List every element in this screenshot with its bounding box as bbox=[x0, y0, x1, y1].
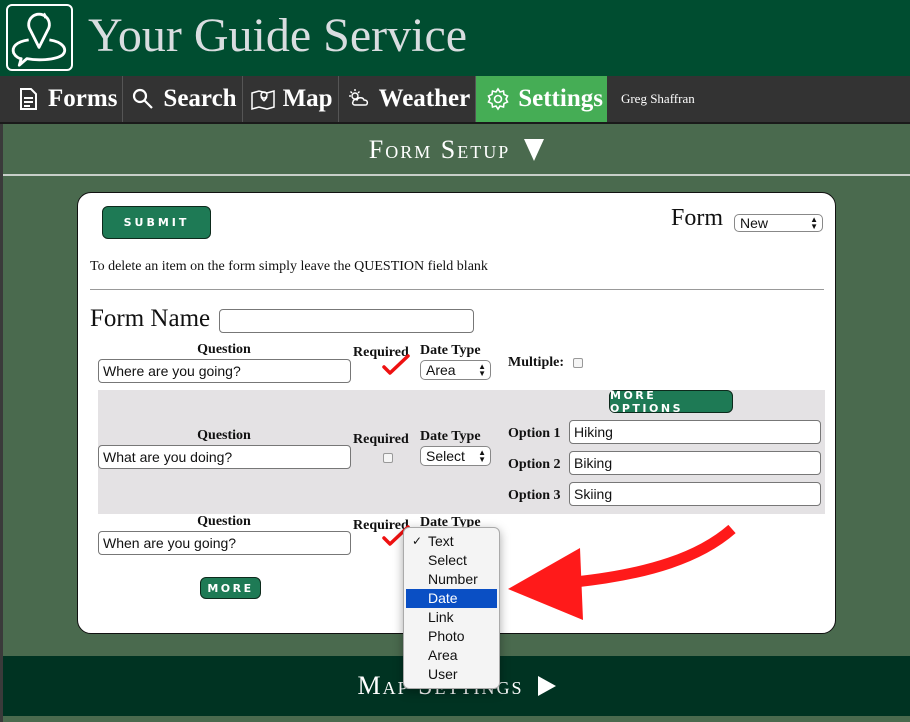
map-icon bbox=[250, 87, 275, 111]
option-label: Link bbox=[428, 609, 454, 625]
option-input-3[interactable]: Skiing bbox=[569, 482, 821, 506]
required-checkbox-2[interactable] bbox=[383, 453, 393, 463]
select-value: Select bbox=[426, 448, 465, 464]
question-input-2[interactable]: What are you doing? bbox=[98, 445, 351, 469]
dropdown-option-photo[interactable]: Photo bbox=[406, 627, 497, 646]
nav-item-weather[interactable]: Weather bbox=[339, 76, 477, 122]
form-name-label: Form Name bbox=[90, 305, 211, 332]
option-label: Area bbox=[428, 647, 458, 663]
dropdown-option-link[interactable]: Link bbox=[406, 608, 497, 627]
triangle-right-icon bbox=[537, 676, 556, 696]
select-arrows-icon: ▲ ▼ bbox=[810, 215, 818, 231]
submit-button[interactable]: SUBMIT bbox=[102, 206, 211, 239]
question-label: Question bbox=[197, 428, 251, 443]
option-input-1[interactable]: Hiking bbox=[569, 420, 821, 444]
date-type-label: Date Type bbox=[420, 429, 481, 444]
date-type-label: Date Type bbox=[420, 343, 481, 358]
document-icon bbox=[16, 87, 40, 111]
more-options-button[interactable]: MORE OPTIONS bbox=[609, 389, 733, 415]
form-select-label: Form bbox=[671, 205, 724, 231]
delete-instructions: To delete an item on the form simply lea… bbox=[90, 259, 488, 274]
select-arrows-icon: ▲ ▼ bbox=[478, 362, 486, 378]
nav-label: Settings bbox=[518, 85, 603, 112]
question-input-1[interactable]: Where are you going? bbox=[98, 359, 351, 383]
divider bbox=[90, 289, 824, 290]
main-nav: Forms Search Map Weather Settings Greg S… bbox=[0, 76, 910, 124]
date-type-select-2[interactable]: Select ▲ ▼ bbox=[420, 446, 491, 466]
option-label-1: Option 1 bbox=[508, 426, 561, 441]
dropdown-option-user[interactable]: User bbox=[406, 665, 497, 684]
section-title: Form Setup bbox=[368, 135, 511, 164]
option-label-3: Option 3 bbox=[508, 488, 561, 503]
app-header: Your Guide Service bbox=[0, 0, 910, 76]
nav-label: Forms bbox=[48, 85, 118, 112]
form-setup-toggle[interactable]: Form Setup bbox=[3, 126, 910, 176]
option-label: User bbox=[428, 666, 458, 682]
nav-item-map[interactable]: Map bbox=[243, 76, 339, 122]
page: Your Guide Service Forms Search Map Weat… bbox=[0, 0, 910, 722]
option-label: Photo bbox=[428, 628, 465, 644]
left-edge bbox=[0, 124, 3, 722]
required-label: Required bbox=[353, 432, 409, 447]
triangle-down-icon bbox=[524, 139, 545, 161]
logo-icon[interactable] bbox=[6, 4, 73, 71]
form-select[interactable]: New ▲ ▼ bbox=[734, 214, 823, 232]
more-button[interactable]: MORE bbox=[200, 577, 261, 599]
select-arrows-icon: ▲ ▼ bbox=[478, 448, 486, 464]
multiple-checkbox[interactable] bbox=[573, 358, 583, 368]
dropdown-option-date[interactable]: Date bbox=[406, 589, 497, 608]
user-name[interactable]: Greg Shaffran bbox=[607, 76, 695, 122]
dropdown-option-area[interactable]: Area bbox=[406, 646, 497, 665]
option-input-2[interactable]: Biking bbox=[569, 451, 821, 475]
form-select-value: New bbox=[740, 215, 769, 231]
option-label: Number bbox=[428, 571, 478, 587]
question-input-3[interactable]: When are you going? bbox=[98, 531, 351, 555]
nav-label: Weather bbox=[378, 85, 471, 112]
app-title: Your Guide Service bbox=[88, 9, 468, 62]
search-icon bbox=[131, 87, 155, 111]
check-icon: ✓ bbox=[412, 534, 423, 548]
gear-icon bbox=[486, 87, 510, 111]
date-type-select-1[interactable]: Area ▲ ▼ bbox=[420, 360, 491, 380]
nav-item-settings[interactable]: Settings bbox=[476, 76, 607, 122]
dropdown-option-number[interactable]: Number bbox=[406, 570, 497, 589]
question-label: Question bbox=[197, 514, 251, 529]
form-name-input[interactable] bbox=[219, 309, 474, 333]
select-value: Area bbox=[426, 362, 456, 378]
dropdown-option-text[interactable]: ✓ Text bbox=[406, 532, 497, 551]
nav-label: Map bbox=[282, 85, 333, 112]
required-checkmark-1[interactable] bbox=[380, 353, 410, 377]
nav-label: Search bbox=[163, 85, 237, 112]
dropdown-option-select[interactable]: Select bbox=[406, 551, 497, 570]
date-type-dropdown-menu: ✓ Text Select Number Date Link Photo Area User bbox=[403, 527, 500, 689]
option-label: Text bbox=[428, 533, 454, 549]
nav-item-forms[interactable]: Forms bbox=[0, 76, 124, 122]
option-label: Select bbox=[428, 552, 467, 568]
option-label: Date bbox=[428, 590, 458, 606]
nav-item-search[interactable]: Search bbox=[123, 76, 243, 122]
question-label: Question bbox=[197, 342, 251, 357]
multiple-label: Multiple: bbox=[508, 355, 564, 370]
weather-icon bbox=[347, 87, 371, 111]
option-label-2: Option 2 bbox=[508, 457, 561, 472]
